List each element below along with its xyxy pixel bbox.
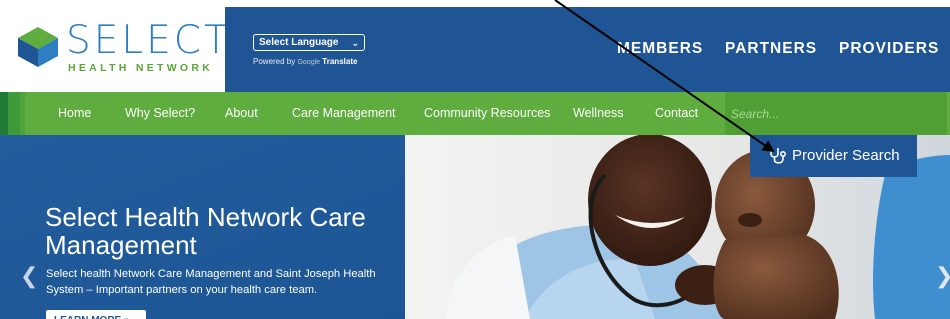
google-label: Google xyxy=(297,59,321,66)
nav-accent-stripe xyxy=(8,92,20,135)
slider-next-arrow-icon[interactable]: ❯ xyxy=(935,263,950,289)
top-bar: Select Language ⌄ Powered by Google Tran… xyxy=(225,7,950,92)
language-select[interactable]: Select Language ⌄ xyxy=(253,34,365,51)
hero-title: Select Health Network Care Management xyxy=(45,202,366,260)
providers-link[interactable]: PROVIDERS xyxy=(839,40,939,58)
nav-item-community-resources[interactable]: Community Resources xyxy=(424,106,550,120)
nav-accent-stripe xyxy=(20,92,25,135)
nav-item-care-management[interactable]: Care Management xyxy=(292,106,396,120)
slider-prev-arrow-icon[interactable]: ❮ xyxy=(20,263,38,289)
nav-item-why-select[interactable]: Why Select? xyxy=(125,106,195,120)
partners-link[interactable]: PARTNERS xyxy=(725,40,817,58)
nav-accent-stripe xyxy=(0,92,8,135)
stethoscope-icon xyxy=(770,148,787,164)
logo-wordmark: SELECT xyxy=(66,18,231,63)
logo-tagline: HEALTH NETWORK xyxy=(68,62,214,74)
chevron-down-icon: ⌄ xyxy=(351,38,359,48)
logo-mark-icon xyxy=(18,27,58,67)
hero-text-panel: Select Health Network Care Management Se… xyxy=(0,135,405,319)
search-input[interactable] xyxy=(725,92,947,135)
nav-item-contact[interactable]: Contact xyxy=(655,106,698,120)
main-nav: Home Why Select? About Care Management C… xyxy=(0,92,950,135)
nav-item-wellness[interactable]: Wellness xyxy=(573,106,623,120)
members-link[interactable]: MEMBERS xyxy=(617,40,703,58)
provider-search-button[interactable]: Provider Search xyxy=(750,135,917,177)
powered-by-label: Powered by xyxy=(253,57,296,66)
language-select-label: Select Language xyxy=(259,37,339,48)
site-header: SELECT HEALTH NETWORK Select Language ⌄ … xyxy=(0,0,950,92)
learn-more-button[interactable]: LEARN MORE » xyxy=(46,310,146,319)
powered-by-google-translate[interactable]: Powered by Google Translate xyxy=(253,57,357,66)
hero-description: Select health Network Care Management an… xyxy=(46,268,376,296)
provider-search-label: Provider Search xyxy=(792,147,900,164)
nav-item-home[interactable]: Home xyxy=(58,106,91,120)
logo[interactable]: SELECT HEALTH NETWORK xyxy=(0,0,228,92)
translate-label: Translate xyxy=(322,57,358,66)
nav-item-about[interactable]: About xyxy=(225,106,258,120)
